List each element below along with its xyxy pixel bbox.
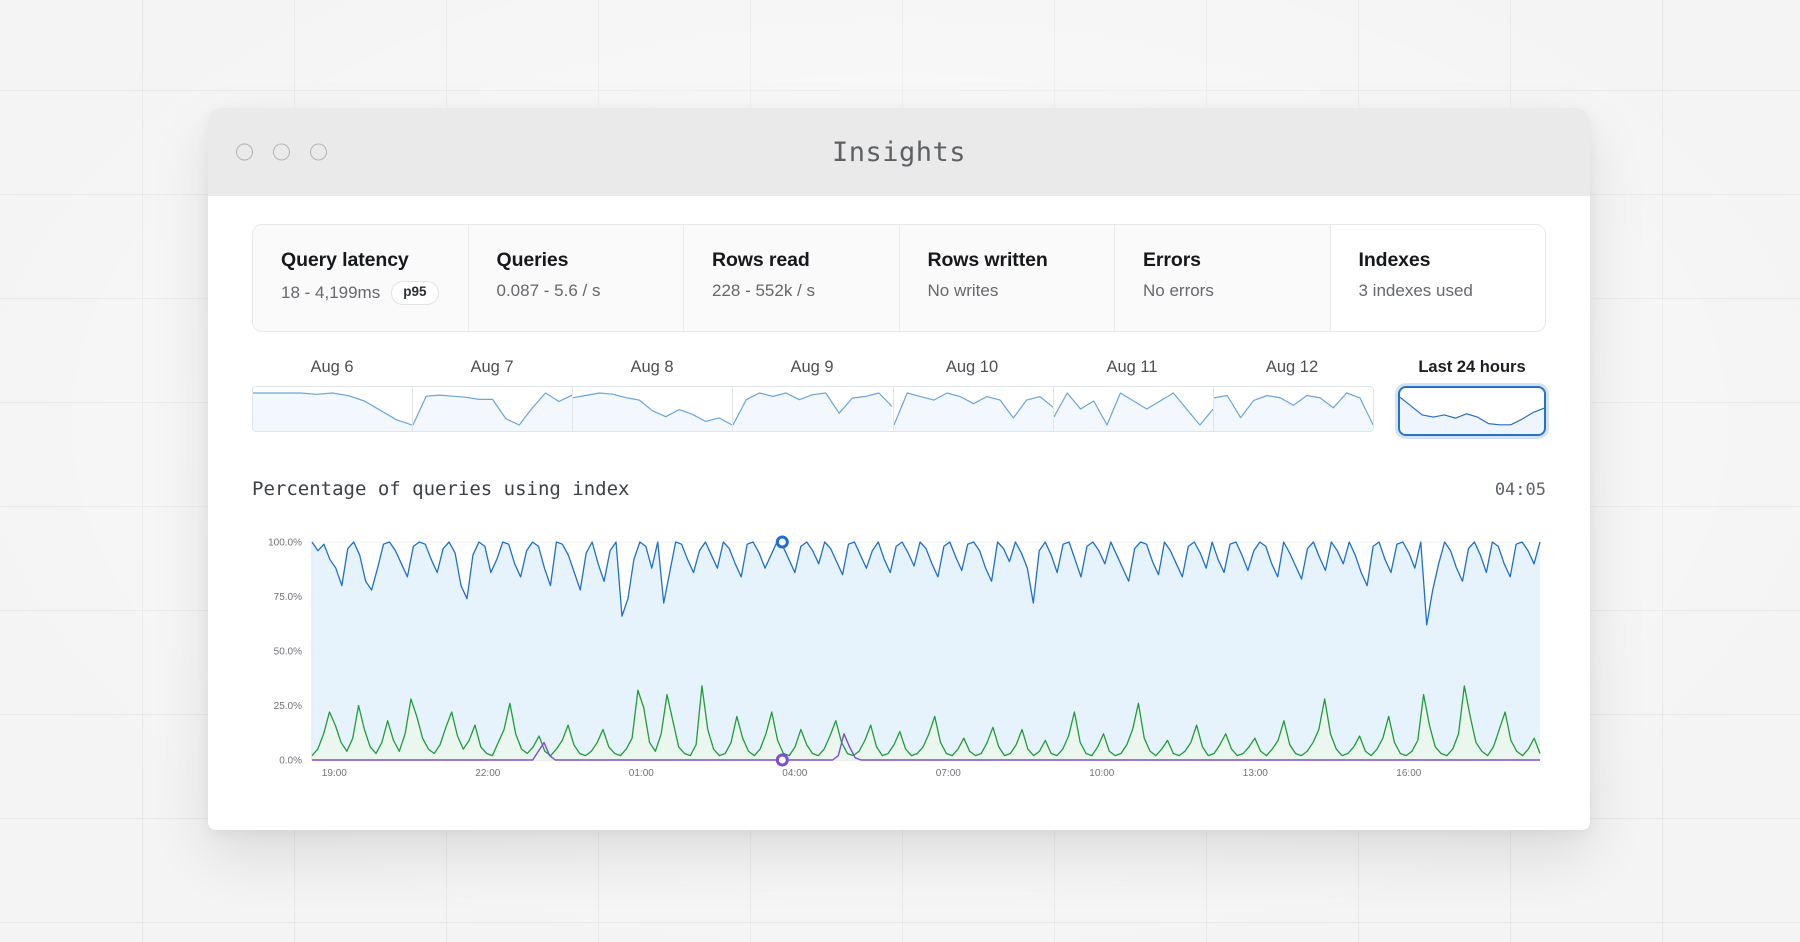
metric-tab-value: No writes: [927, 281, 999, 300]
metric-tab-queries[interactable]: Queries 0.087 - 5.6 / s: [468, 225, 684, 331]
day-sparkline-2[interactable]: [573, 386, 734, 431]
day-sparkline-3[interactable]: [733, 386, 894, 431]
day-label-1[interactable]: Aug 7: [412, 358, 572, 377]
metric-tab-title: Rows written: [927, 249, 1048, 271]
chart-title: Percentage of queries using index: [252, 477, 630, 500]
metric-tabs: Query latency 18 - 4,199ms p95 Queries 0.087…: [252, 224, 1546, 332]
index-usage-chart[interactable]: 0.0% 25.0% 50.0% 75.0% 100.0% 19:00 22:00 01:00…: [252, 532, 1546, 792]
maximize-dot-icon[interactable]: [310, 143, 327, 161]
metric-tab-indexes[interactable]: Indexes 3 indexes used: [1330, 225, 1546, 331]
window-title: Insights: [831, 136, 967, 168]
range-last-24-hours[interactable]: Last 24 hours: [1398, 358, 1546, 436]
day-sparkline-5[interactable]: [1053, 386, 1214, 431]
metric-tab-value-row: No errors: [1143, 281, 1330, 301]
insights-window: Insights Query latency 18 - 4,199ms p95 Que…: [208, 108, 1590, 830]
metric-tab-value: 3 indexes used: [1358, 281, 1473, 300]
metric-tab-rows-read[interactable]: Rows read 228 - 552k / s: [684, 225, 900, 331]
last-24-hours-sparkline[interactable]: [1398, 385, 1546, 436]
day-label-5[interactable]: Aug 11: [1052, 358, 1212, 377]
metric-tab-value: No errors: [1143, 281, 1214, 300]
metric-tab-value-row: No writes: [928, 281, 1115, 301]
svg-text:0.0%: 0.0%: [279, 755, 302, 766]
svg-text:13:00: 13:00: [1243, 768, 1268, 779]
svg-text:22:00: 22:00: [475, 768, 500, 779]
window-titlebar: Insights: [208, 108, 1590, 196]
day-label-6[interactable]: Aug 12: [1212, 358, 1372, 377]
metric-tab-value: 0.087 - 5.6 / s: [496, 281, 601, 300]
svg-text:19:00: 19:00: [322, 768, 347, 779]
minimize-dot-icon[interactable]: [273, 143, 290, 161]
day-label-0[interactable]: Aug 6: [252, 358, 412, 377]
svg-text:75.0%: 75.0%: [274, 592, 302, 603]
metric-tab-badge: p95: [391, 281, 439, 305]
metric-tab-rows-written[interactable]: Rows written No writes: [899, 225, 1115, 331]
chart-header: Percentage of queries using index 04:05: [252, 478, 1546, 500]
metric-tab-query-latency[interactable]: Query latency 18 - 4,199ms p95: [253, 225, 469, 331]
metric-tab-value: 18 - 4,199ms: [281, 282, 381, 302]
metric-tab-title: Indexes: [1358, 249, 1431, 271]
range-selector: Aug 6 Aug 7 Aug 8 Aug 9 Aug 10 Aug 11 Aug 12 L…: [252, 358, 1546, 436]
close-dot-icon[interactable]: [236, 143, 253, 161]
metric-tab-value: 228 - 552k / s: [712, 281, 816, 300]
metric-tab-value-row: 0.087 - 5.6 / s: [497, 281, 684, 301]
svg-text:07:00: 07:00: [936, 768, 961, 779]
svg-text:10:00: 10:00: [1089, 768, 1114, 779]
metric-tab-title: Queries: [496, 249, 569, 271]
day-sparkline-6[interactable]: [1213, 387, 1373, 431]
metric-tab-value-row: 228 - 552k / s: [712, 281, 899, 301]
day-label-2[interactable]: Aug 8: [572, 358, 732, 377]
svg-text:01:00: 01:00: [629, 768, 654, 779]
metric-tab-title: Query latency: [281, 249, 409, 271]
window-body: Query latency 18 - 4,199ms p95 Queries 0.087…: [208, 224, 1590, 830]
day-sparkline-0[interactable]: [253, 386, 414, 431]
day-sparkline-1[interactable]: [413, 386, 574, 431]
metric-tab-value-row: 3 indexes used: [1359, 281, 1546, 301]
metric-tab-value-row: 18 - 4,199ms p95: [281, 281, 468, 305]
metric-tab-title: Errors: [1143, 249, 1201, 271]
last-24-hours-label: Last 24 hours: [1418, 357, 1526, 376]
svg-text:100.0%: 100.0%: [268, 537, 302, 548]
day-sparkline-4[interactable]: [893, 386, 1054, 431]
metric-tab-errors[interactable]: Errors No errors: [1115, 225, 1331, 331]
svg-text:25.0%: 25.0%: [274, 701, 302, 712]
day-label-3[interactable]: Aug 9: [732, 358, 892, 377]
svg-text:50.0%: 50.0%: [274, 646, 302, 657]
traffic-lights: [236, 143, 327, 161]
svg-text:16:00: 16:00: [1396, 768, 1421, 779]
chart-timestamp: 04:05: [1494, 479, 1546, 500]
metric-tab-title: Rows read: [712, 249, 810, 271]
day-columns: Aug 6 Aug 7 Aug 8 Aug 9 Aug 10 Aug 11 Aug 12: [252, 358, 1374, 432]
svg-text:04:00: 04:00: [782, 768, 807, 779]
day-label-4[interactable]: Aug 10: [892, 358, 1052, 377]
